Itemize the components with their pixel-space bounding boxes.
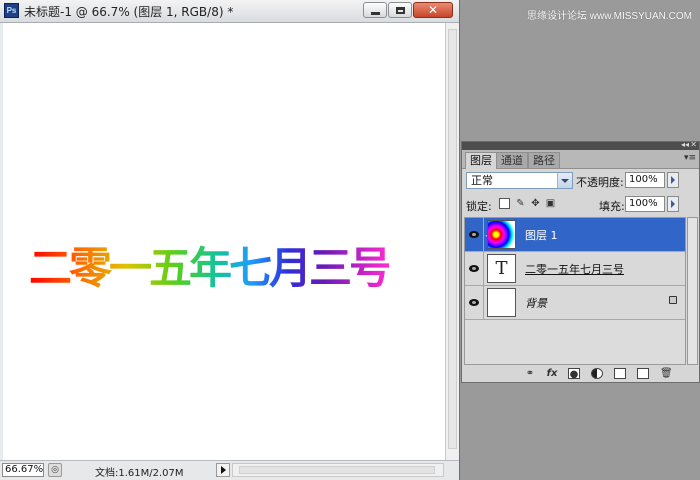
watermark: 思缘设计论坛 www.MISSYUAN.COM xyxy=(526,11,692,22)
fx-icon[interactable]: fx xyxy=(546,368,558,379)
canvas[interactable]: 二零一五年七月三号 xyxy=(3,23,445,460)
lock-all-icon[interactable]: ▣ xyxy=(545,198,556,209)
layer-name[interactable]: 图层 1 xyxy=(525,227,558,243)
lock-position-move-icon[interactable]: ✥ xyxy=(530,198,541,209)
eye-icon xyxy=(469,299,479,306)
maximize-icon xyxy=(395,6,405,14)
minimize-button[interactable] xyxy=(363,2,387,18)
document-window: Ps 未标题-1 @ 66.7% (图层 1, RGB/8) * ✕ 二零一五年… xyxy=(0,0,460,480)
layer-thumbnail xyxy=(487,220,516,249)
link-icon[interactable]: ⚭ xyxy=(524,368,536,379)
tab-channels[interactable]: 通道 xyxy=(496,152,528,168)
status-info-icon[interactable]: ◎ xyxy=(48,463,62,477)
layer-row-layer1[interactable]: ⌄ 图层 1 xyxy=(465,218,685,252)
layer-row-background[interactable]: 背景 xyxy=(465,286,685,320)
minimize-icon xyxy=(370,11,380,15)
opacity-label: 不透明度: xyxy=(576,176,624,189)
collapse-icon[interactable]: ◂◂ xyxy=(681,140,689,149)
layers-panel: ◂◂ ✕ 图层 通道 路径 ▾≡ 正常 不透明度: 100% 锁定: ✎ ✥ ▣… xyxy=(461,140,700,383)
visibility-toggle[interactable] xyxy=(465,218,484,251)
trash-icon[interactable]: 🗑 xyxy=(660,368,673,379)
mask-icon[interactable]: ● xyxy=(568,368,580,380)
fill-slider-button[interactable] xyxy=(667,196,679,212)
layer-row-text[interactable]: T 二零一五年七月三号 xyxy=(465,252,685,286)
vertical-scrollbar[interactable] xyxy=(445,23,459,460)
blend-mode-select[interactable]: 正常 xyxy=(466,172,573,189)
panel-menu-icon[interactable]: ▾≡ xyxy=(684,153,696,163)
photoshop-logo-icon: Ps xyxy=(4,3,19,18)
group-icon[interactable] xyxy=(614,368,626,379)
fill-label: 填充: xyxy=(599,200,625,213)
tab-layers[interactable]: 图层 xyxy=(465,152,497,169)
layers-list: ⌄ 图层 1 T 二零一五年七月三号 背景 xyxy=(464,217,686,365)
eye-icon xyxy=(469,231,479,238)
canvas-rainbow-text: 二零一五年七月三号 xyxy=(29,244,392,294)
panel-header[interactable]: ◂◂ ✕ xyxy=(462,140,699,150)
visibility-toggle[interactable] xyxy=(465,286,484,319)
eye-icon xyxy=(469,265,479,272)
close-icon: ✕ xyxy=(427,3,439,17)
close-button[interactable]: ✕ xyxy=(413,2,453,18)
zoom-field[interactable]: 66.67% xyxy=(2,463,44,477)
document-titlebar[interactable]: Ps 未标题-1 @ 66.7% (图层 1, RGB/8) * ✕ xyxy=(0,0,459,23)
lock-icon xyxy=(669,296,677,304)
vertical-scroll-thumb[interactable] xyxy=(448,29,457,449)
visibility-toggle[interactable] xyxy=(465,252,484,285)
text-layer-thumbnail: T xyxy=(487,254,516,283)
layers-list-scrollbar[interactable] xyxy=(687,217,698,365)
horizontal-scrollbar[interactable] xyxy=(232,463,444,477)
layer-name[interactable]: 二零一五年七月三号 xyxy=(525,261,624,277)
panel-close-icon[interactable]: ✕ xyxy=(690,140,697,149)
blend-mode-value: 正常 xyxy=(471,174,493,187)
panel-tab-strip: 图层 通道 路径 ▾≡ xyxy=(462,150,699,169)
lock-image-brush-icon[interactable]: ✎ xyxy=(515,198,526,209)
opacity-slider-button[interactable] xyxy=(667,172,679,188)
tab-paths[interactable]: 路径 xyxy=(528,152,560,168)
fill-field[interactable]: 100% xyxy=(625,196,665,212)
background-thumbnail xyxy=(487,288,516,317)
adjustment-icon[interactable] xyxy=(591,368,603,379)
new-layer-icon[interactable] xyxy=(637,368,649,379)
layer-name[interactable]: 背景 xyxy=(525,295,547,311)
window-controls: ✕ xyxy=(363,2,453,18)
layers-toolbar: ⚭ fx ● 🗑 xyxy=(462,366,699,382)
lock-label: 锁定: xyxy=(466,200,492,213)
lock-transparent-icon[interactable] xyxy=(499,198,510,209)
document-title: 未标题-1 @ 66.7% (图层 1, RGB/8) * xyxy=(24,5,234,19)
horizontal-scroll-thumb[interactable] xyxy=(239,466,435,474)
maximize-button[interactable] xyxy=(388,2,412,18)
document-size-info: 文档:1.61M/2.07M xyxy=(95,468,184,479)
status-menu-arrow-icon[interactable] xyxy=(216,463,230,477)
chevron-down-icon[interactable] xyxy=(557,173,572,188)
status-bar: 66.67% ◎ 文档:1.61M/2.07M xyxy=(0,460,459,480)
opacity-field[interactable]: 100% xyxy=(625,172,665,188)
